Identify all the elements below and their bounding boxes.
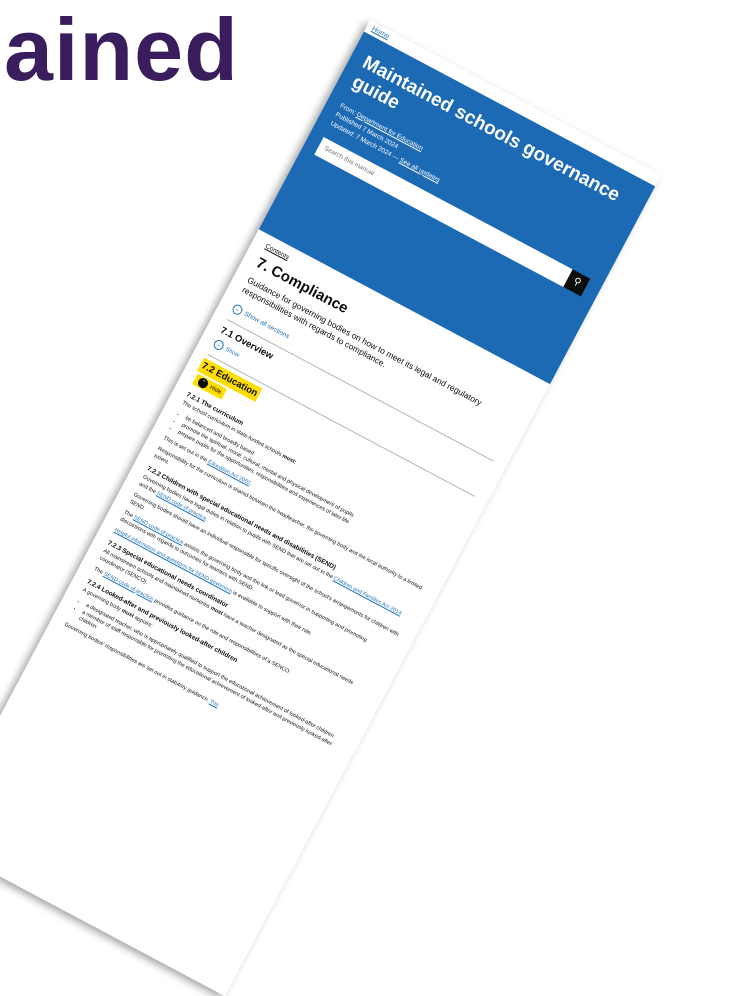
statutory-guidance-link[interactable]: The <box>208 699 219 709</box>
gov-page-screenshot: Home Maintained schools governance guide… <box>0 20 662 996</box>
chevron-up-icon: ⌃ <box>196 376 210 390</box>
chevron-down-icon: ⌄ <box>211 338 226 352</box>
toggle-label: Hide <box>208 384 223 396</box>
section-7-2: 7.2 Education ⌃Hide 7.2.1 The curriculum… <box>61 354 475 771</box>
search-icon: ⚲ <box>571 275 583 289</box>
section-body: 7.2.1 The curriculum The school curricul… <box>62 391 455 771</box>
toggle-label: Show <box>224 346 241 360</box>
slide-title: ained <box>4 0 239 99</box>
chevron-down-icon: ⌄ <box>230 303 245 317</box>
